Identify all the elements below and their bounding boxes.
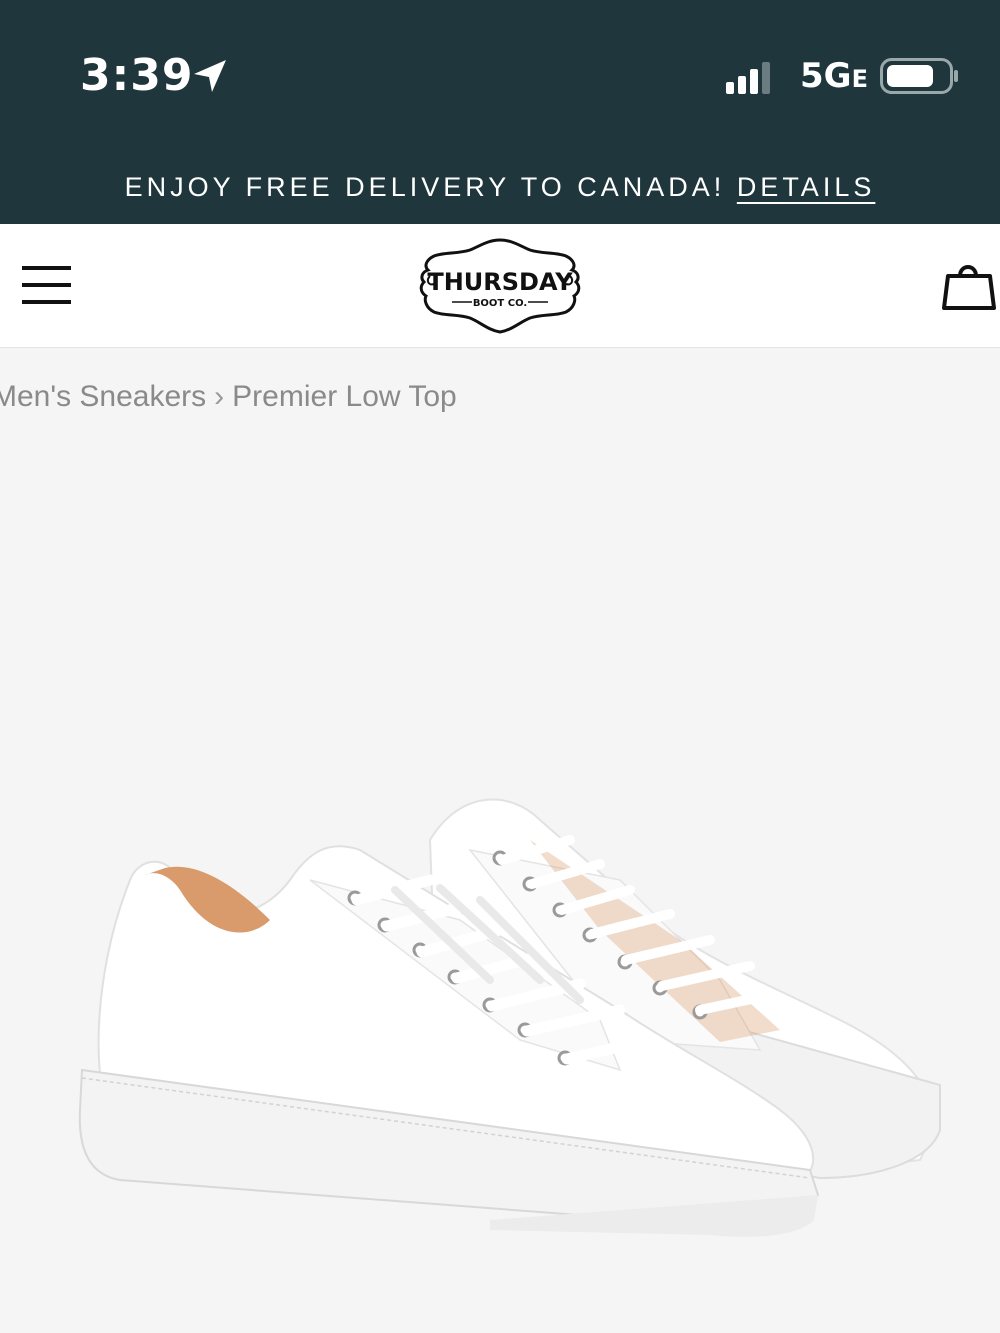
network-indicator: 5GE [800,56,868,96]
logo-main-text: THURSDAY [427,268,573,296]
breadcrumb-link-mens-sneakers[interactable]: Men's Sneakers [0,380,206,413]
product-image[interactable] [60,780,960,1260]
breadcrumb-separator: › [214,380,225,413]
logo-sub-text: BOOT CO. [473,298,527,309]
site-header: THURSDAY BOOT CO. [0,224,1000,348]
status-bar: 3:39 5GE [0,0,1000,150]
breadcrumb: Men's Sneakers › Premier Low Top [0,380,457,414]
status-time: 3:39 [80,50,194,101]
breadcrumb-current: Premier Low Top [232,380,457,413]
location-arrow-icon [194,60,226,92]
promo-banner: ENJOY FREE DELIVERY TO CANADA! DETAILS [0,150,1000,224]
battery-icon [880,58,958,94]
signal-bars-icon [726,62,770,94]
shopping-bag-icon[interactable] [940,258,1000,314]
brand-logo[interactable]: THURSDAY BOOT CO. [418,236,582,336]
hamburger-menu-icon[interactable] [22,266,72,308]
details-link[interactable]: DETAILS [737,172,876,202]
promo-text: ENJOY FREE DELIVERY TO CANADA! [124,172,737,202]
